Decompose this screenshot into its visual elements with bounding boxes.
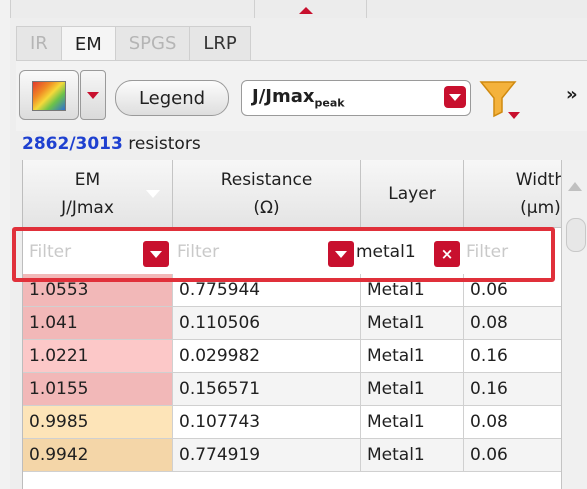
sort-descending-icon[interactable] — [146, 190, 160, 198]
column-header-sublabel: J/Jmax — [61, 198, 114, 218]
heatmap-toggle-button[interactable] — [19, 70, 79, 120]
resistor-count: 2862/3013 resistors — [22, 134, 201, 154]
table-cell-em: 1.041 — [23, 307, 173, 339]
chevron-down-icon[interactable] — [444, 86, 466, 108]
column-header-label: Layer — [388, 184, 436, 204]
top-bar — [0, 0, 587, 19]
column-header-resistance[interactable]: Resistance (Ω) — [173, 160, 361, 228]
scrollbar-thumb[interactable] — [566, 218, 586, 252]
heatmap-icon — [32, 81, 66, 111]
tab-spgs[interactable]: SPGS — [114, 26, 191, 60]
metric-select[interactable]: J/Jmaxpeak — [241, 80, 471, 116]
table-cell-resistance: 0.107743 — [173, 406, 361, 438]
tab-label: EM — [74, 33, 102, 55]
filter-row-highlight — [12, 227, 555, 282]
chevron-down-icon — [87, 92, 99, 99]
metric-select-value: J/Jmaxpeak — [252, 86, 345, 110]
tab-em[interactable]: EM — [60, 26, 116, 61]
column-header-layer[interactable]: Layer — [361, 160, 464, 228]
table-cell-resistance: 0.029982 — [173, 340, 361, 372]
column-header-sublabel: (Ω) — [253, 198, 280, 218]
tab-bar: IR EM SPGS LRP — [16, 26, 251, 61]
table-row[interactable]: 1.0221 0.029982 Metal1 0.16 — [23, 340, 587, 373]
scroll-up-icon[interactable] — [568, 182, 582, 191]
table-cell-layer: Metal1 — [361, 406, 464, 438]
legend-button[interactable]: Legend — [115, 80, 229, 116]
table-cell-resistance: 0.110506 — [173, 307, 361, 339]
column-header-em[interactable]: EM J/Jmax — [23, 160, 173, 228]
table-cell-em: 0.9985 — [23, 406, 173, 438]
filter-funnel-icon[interactable] — [478, 78, 522, 122]
table-cell-layer: Metal1 — [361, 439, 464, 471]
resistor-count-number: 2862/3013 — [22, 134, 123, 154]
table-row[interactable]: 0.9985 0.107743 Metal1 0.08 — [23, 406, 587, 439]
table-row[interactable]: 0.9942 0.774919 Metal1 0.06 — [23, 439, 587, 472]
table-cell-em: 1.0155 — [23, 373, 173, 405]
heatmap-dropdown-button[interactable] — [80, 70, 106, 120]
table-row[interactable]: 1.0155 0.156571 Metal1 0.16 — [23, 373, 587, 406]
column-header-label: EM — [74, 170, 101, 190]
tab-label: IR — [30, 33, 48, 54]
tab-lrp[interactable]: LRP — [189, 26, 251, 60]
table-cell-layer: Metal1 — [361, 373, 464, 405]
table-cell-layer: Metal1 — [361, 340, 464, 372]
table-cell-em: 0.9942 — [23, 439, 173, 471]
tab-label: SPGS — [128, 33, 177, 54]
table-cell-layer: Metal1 — [361, 307, 464, 339]
collapse-arrow-icon[interactable] — [299, 7, 313, 14]
table-cell-resistance: 0.774919 — [173, 439, 361, 471]
top-bar-divider — [366, 0, 367, 18]
legend-label: Legend — [138, 87, 206, 109]
top-bar-divider — [254, 0, 255, 18]
resistor-count-unit: resistors — [122, 134, 201, 154]
tab-label: LRP — [203, 33, 237, 54]
column-header-label: Resistance — [220, 170, 313, 190]
table-cell-em: 1.0221 — [23, 340, 173, 372]
overflow-menu-button[interactable]: » — [566, 84, 578, 105]
vertical-scrollbar[interactable] — [561, 160, 587, 489]
tab-ir[interactable]: IR — [16, 26, 62, 60]
table-cell-resistance: 0.156571 — [173, 373, 361, 405]
resistor-table: EM J/Jmax Resistance (Ω) Layer Width (µm… — [22, 160, 587, 489]
metric-select-subscript: peak — [314, 96, 345, 110]
table-row[interactable]: 1.041 0.110506 Metal1 0.08 — [23, 307, 587, 340]
